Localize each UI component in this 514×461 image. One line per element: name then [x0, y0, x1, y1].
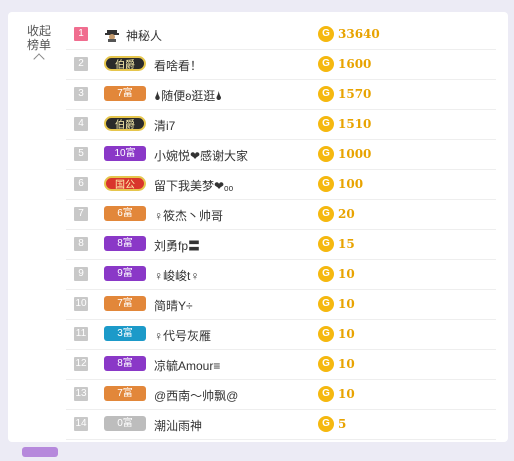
- coin-icon: G: [318, 296, 334, 312]
- rank-number: 14: [74, 417, 88, 431]
- user-name: @西南～帅飘@: [154, 389, 239, 403]
- leaderboard-row[interactable]: 8 8富 刘勇fp〓 G 15: [66, 230, 496, 260]
- coin-icon: G: [318, 56, 334, 72]
- contribution-leaderboard-panel: 收起 榜单 1 神秘人 G 33640 2 伯爵 看啥看！ G 1600 3 7…: [8, 12, 508, 442]
- wealth-level-badge: 3富: [104, 326, 146, 341]
- collapse-label-line2: 榜单: [26, 38, 51, 52]
- contribution-amount: 15: [338, 237, 355, 251]
- leaderboard-row[interactable]: 3 7富 🌢随便ʚ逛逛🌢 G 1570: [66, 80, 496, 110]
- user-name: 潮汕雨神: [154, 419, 203, 433]
- contribution-amount: 1600: [338, 57, 372, 71]
- leaderboard-row[interactable]: 1 神秘人 G 33640: [66, 20, 496, 50]
- leaderboard-row[interactable]: 12 8富 凉毓Amour≡ G 10: [66, 350, 496, 380]
- wealth-level-badge: 0富: [104, 416, 146, 431]
- rank-number: 5: [74, 147, 88, 161]
- rank-number: 9: [74, 267, 88, 281]
- coin-icon: G: [318, 266, 334, 282]
- leaderboard-row[interactable]: 14 0富 潮汕雨神 G 5: [66, 410, 496, 440]
- wealth-level-badge: 7富: [104, 386, 146, 401]
- wealth-level-badge: 7富: [104, 86, 146, 101]
- user-name: 小婉悦❤感谢大家: [154, 149, 249, 163]
- leaderboard-row[interactable]: 11 3富 ♀代号灰雁 G 10: [66, 320, 496, 350]
- rank-number: 7: [74, 207, 88, 221]
- rank-number: 6: [74, 177, 88, 191]
- rank-number: 12: [74, 357, 88, 371]
- user-name: ♀代号灰雁: [154, 329, 212, 343]
- leaderboard-row[interactable]: 2 伯爵 看啥看！ G 1600: [66, 50, 496, 80]
- user-name: 🌢随便ʚ逛逛🌢: [154, 89, 223, 103]
- user-name: 凉毓Amour≡: [154, 359, 221, 373]
- user-name: ♀峻峻t♀: [154, 269, 200, 283]
- chat-message-preview-cut-off: [22, 446, 262, 460]
- contribution-amount: 33640: [338, 27, 380, 41]
- contribution-amount: 20: [338, 207, 355, 221]
- contribution-amount: 10: [338, 267, 355, 281]
- leaderboard-row[interactable]: 6 国公 留下我美梦❤ₒₒ G 100: [66, 170, 496, 200]
- wealth-level-badge: 8富: [104, 236, 146, 251]
- coin-icon: G: [318, 326, 334, 342]
- coin-icon: G: [318, 416, 334, 432]
- noble-badge: 国公: [104, 176, 146, 191]
- contribution-amount: 10: [338, 297, 355, 311]
- rank-number: 4: [74, 117, 88, 131]
- leaderboard-row[interactable]: 10 7富 简晴Y÷ G 10: [66, 290, 496, 320]
- coin-icon: G: [318, 356, 334, 372]
- leaderboard-row[interactable]: 13 7富 @西南～帅飘@ G 10: [66, 380, 496, 410]
- wealth-level-badge: 7富: [104, 296, 146, 311]
- wealth-level-badge: 8富: [104, 356, 146, 371]
- coin-icon: G: [318, 236, 334, 252]
- user-name: 刘勇fp〓: [154, 239, 201, 253]
- contribution-amount: 1570: [338, 87, 372, 101]
- user-name: 看啥看！: [154, 59, 203, 73]
- coin-icon: G: [318, 386, 334, 402]
- coin-icon: G: [318, 116, 334, 132]
- coin-icon: G: [318, 176, 334, 192]
- coin-icon: G: [318, 86, 334, 102]
- contribution-amount: 5: [338, 417, 347, 431]
- leaderboard-row[interactable]: 5 10富 小婉悦❤感谢大家 G 1000: [66, 140, 496, 170]
- coin-icon: G: [318, 26, 334, 42]
- leaderboard-row[interactable]: 4 伯爵 清i7 G 1510: [66, 110, 496, 140]
- coin-icon: G: [318, 146, 334, 162]
- leaderboard-row[interactable]: 9 9富 ♀峻峻t♀ G 10: [66, 260, 496, 290]
- contribution-amount: 10: [338, 327, 355, 341]
- collapse-leaderboard-button[interactable]: 收起 榜单: [24, 24, 54, 65]
- user-name: ♀筱杰丶帅哥: [154, 209, 224, 223]
- contribution-amount: 100: [338, 177, 364, 191]
- contribution-amount: 1510: [338, 117, 372, 131]
- mystery-person-icon: [105, 30, 119, 42]
- rank-number: 1: [74, 27, 88, 41]
- leaderboard-list: 1 神秘人 G 33640 2 伯爵 看啥看！ G 1600 3 7富 🌢随便ʚ…: [66, 20, 496, 440]
- user-name: 清i7: [154, 119, 176, 133]
- rank-number: 13: [74, 387, 88, 401]
- contribution-amount: 1000: [338, 147, 372, 161]
- rank-number: 3: [74, 87, 88, 101]
- noble-badge: 伯爵: [104, 56, 146, 71]
- user-name: 神秘人: [126, 29, 163, 43]
- wealth-level-badge: [22, 447, 58, 458]
- rank-number: 2: [74, 57, 88, 71]
- wealth-level-badge: 9富: [104, 266, 146, 281]
- contribution-amount: 10: [338, 387, 355, 401]
- wealth-level-badge: 6富: [104, 206, 146, 221]
- contribution-amount: 10: [338, 357, 355, 371]
- rank-number: 8: [74, 237, 88, 251]
- wealth-level-badge: 10富: [104, 146, 146, 161]
- coin-icon: G: [318, 206, 334, 222]
- user-name: 简晴Y÷: [154, 299, 193, 313]
- collapse-label-line1: 收起: [26, 24, 51, 38]
- leaderboard-row[interactable]: 7 6富 ♀筱杰丶帅哥 G 20: [66, 200, 496, 230]
- rank-number: 10: [74, 297, 88, 311]
- noble-badge: 伯爵: [104, 116, 146, 131]
- user-name: 留下我美梦❤ₒₒ: [154, 179, 234, 193]
- chevron-up-icon: [33, 53, 45, 65]
- rank-number: 11: [74, 327, 88, 341]
